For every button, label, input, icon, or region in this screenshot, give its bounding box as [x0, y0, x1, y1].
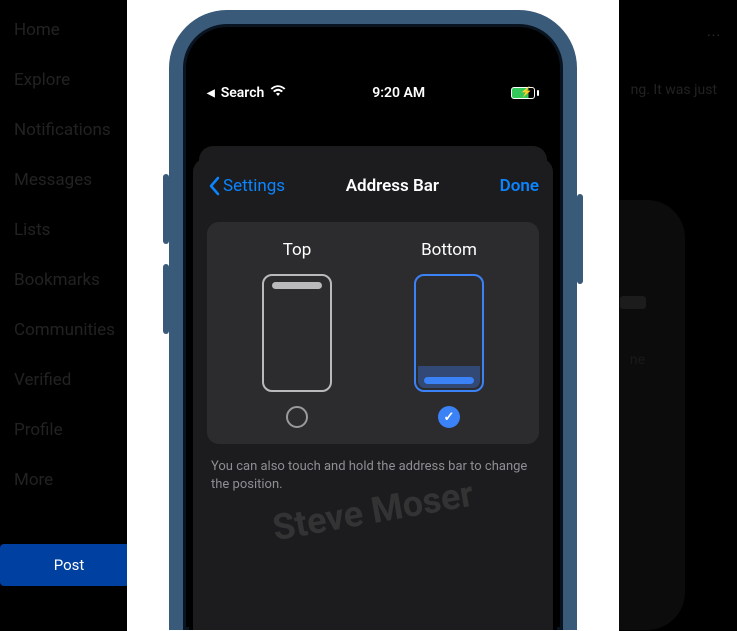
- option-bottom[interactable]: Bottom ✓: [414, 240, 484, 428]
- wifi-icon: [270, 85, 286, 101]
- iphone-frame: ◀ Search 9:20 AM ⚡ Settings: [169, 10, 577, 630]
- sheet-header: Settings Address Bar Done: [207, 158, 539, 214]
- nav-more[interactable]: More: [14, 470, 136, 490]
- post-button[interactable]: Post: [0, 544, 138, 586]
- checkmark-icon: ✓: [444, 410, 455, 425]
- status-time: 9:20 AM: [372, 85, 425, 101]
- bottom-preview-icon: [414, 274, 484, 392]
- top-preview-icon: [262, 274, 332, 392]
- back-label: Settings: [223, 176, 285, 196]
- option-top[interactable]: Top: [262, 240, 332, 428]
- option-top-label: Top: [283, 240, 312, 260]
- nav-messages[interactable]: Messages: [14, 170, 136, 190]
- option-top-radio[interactable]: [286, 406, 308, 428]
- status-bar: ◀ Search 9:20 AM ⚡: [189, 66, 557, 120]
- phone-screen: ◀ Search 9:20 AM ⚡ Settings: [189, 30, 557, 630]
- nav-profile[interactable]: Profile: [14, 420, 136, 440]
- address-bar-options-card: Top Bottom ✓: [207, 222, 539, 444]
- background-phone-battery: [620, 296, 646, 309]
- nav-explore[interactable]: Explore: [14, 70, 136, 90]
- option-bottom-radio[interactable]: ✓: [438, 406, 460, 428]
- charging-bolt-icon: ⚡: [520, 87, 532, 98]
- back-app-indicator-icon: ◀: [207, 88, 215, 99]
- done-button[interactable]: Done: [500, 176, 539, 196]
- sheet-title: Address Bar: [346, 176, 439, 196]
- nav-home[interactable]: Home: [14, 20, 136, 40]
- battery-indicator: ⚡: [511, 87, 539, 99]
- back-app-label[interactable]: Search: [221, 85, 265, 101]
- nav-notifications[interactable]: Notifications: [14, 120, 136, 140]
- nav-communities[interactable]: Communities: [14, 320, 136, 340]
- volume-button: [163, 264, 169, 334]
- nav-bookmarks[interactable]: Bookmarks: [14, 270, 136, 290]
- hint-text: You can also touch and hold the address …: [207, 458, 539, 494]
- background-phone-text: ne: [630, 352, 645, 368]
- status-left: ◀ Search: [207, 85, 286, 101]
- more-icon[interactable]: ···: [707, 28, 721, 44]
- settings-sheet: Settings Address Bar Done Top Bottom ✓: [193, 158, 553, 630]
- background-text-fragment: ng. It was just: [631, 82, 717, 98]
- battery-icon: ⚡: [511, 87, 535, 99]
- nav-verified[interactable]: Verified: [14, 370, 136, 390]
- nav-lists[interactable]: Lists: [14, 220, 136, 240]
- option-bottom-label: Bottom: [421, 240, 477, 260]
- media-lightbox[interactable]: ◀ Search 9:20 AM ⚡ Settings: [127, 0, 619, 631]
- back-button[interactable]: Settings: [207, 176, 285, 196]
